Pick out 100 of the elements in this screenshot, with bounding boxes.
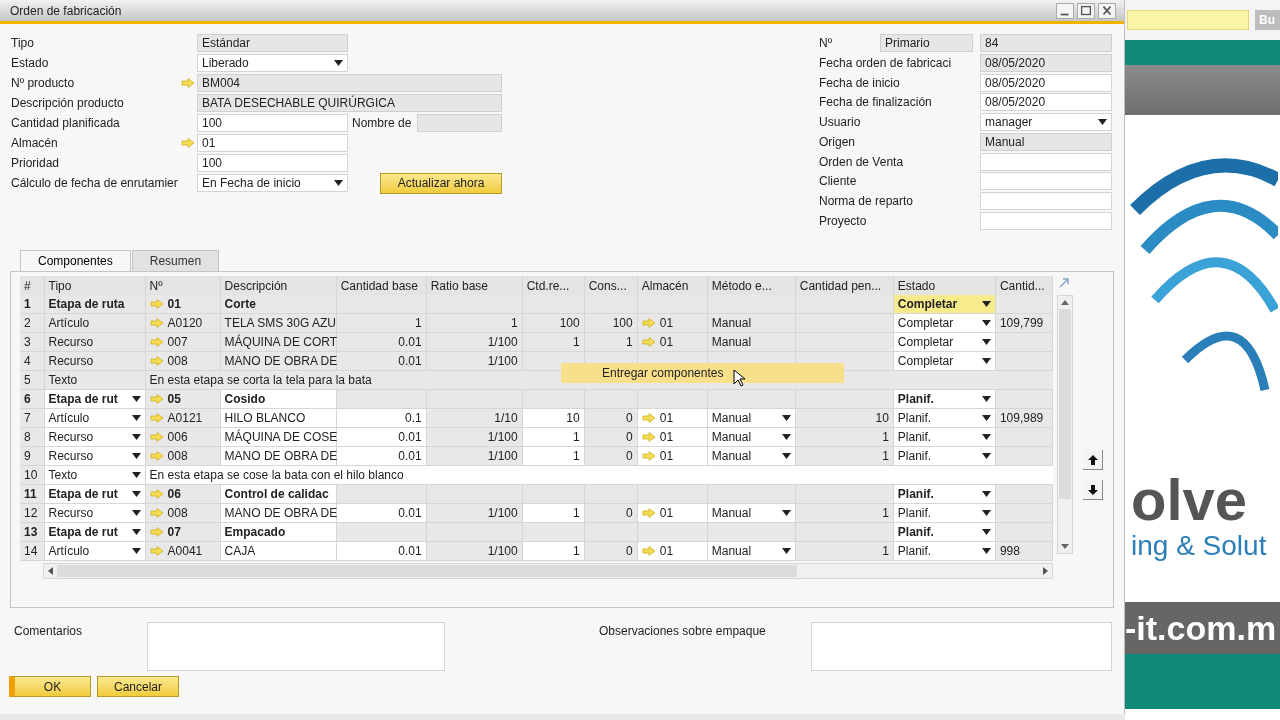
caret-icon[interactable] [981,339,991,345]
caret-icon[interactable] [1098,119,1107,126]
caret-icon[interactable] [131,529,141,535]
scroll-left-icon[interactable] [48,567,53,575]
dropdown-field[interactable]: Liberado [197,54,348,72]
column-header[interactable]: Cantid... [995,276,1053,295]
comments-field[interactable] [147,622,445,671]
column-header[interactable]: Almacén [637,276,708,295]
caret-icon[interactable] [981,320,991,326]
horizontal-scrollbar[interactable] [43,563,1053,579]
input-field[interactable] [417,114,502,132]
caret-icon[interactable] [781,453,791,459]
column-header[interactable]: Ctd.re... [522,276,585,295]
caret-icon[interactable] [981,529,991,535]
caret-icon[interactable] [131,548,141,554]
caret-icon[interactable] [131,396,141,402]
input-field[interactable]: 08/05/2020 [980,93,1112,112]
cell-text: 10 [875,410,889,427]
column-header[interactable]: Estado [893,276,996,295]
scroll-right-icon[interactable] [1043,567,1048,575]
input-field[interactable] [980,152,1112,171]
caret-icon[interactable] [781,548,791,554]
scroll-down-icon[interactable] [1061,544,1069,549]
cell-text: 1/10 [494,410,518,427]
caret-icon[interactable] [981,358,991,364]
cell-text: MANO DE OBRA DE [224,353,338,370]
caret-icon[interactable] [781,510,791,516]
input-field[interactable]: 100 [197,154,348,172]
input-field[interactable]: 01 [197,134,348,152]
maximize-icon[interactable] [1077,2,1095,19]
column-header[interactable]: Cantidad base [336,276,427,295]
ok-button[interactable]: OK [9,676,91,697]
tab[interactable]: Componentes [20,250,131,271]
caret-icon[interactable] [981,491,991,497]
cancel-button[interactable]: Cancelar [97,676,179,697]
cell-text: 0.01 [398,505,422,522]
input-field[interactable] [980,212,1112,231]
cell-text: Recurso [48,505,94,522]
caret-icon[interactable] [131,510,141,516]
cell-text: 13 [24,524,38,541]
cell-text: 0.01 [398,334,422,351]
packing-notes-field[interactable] [811,622,1112,671]
wallpaper-text: -it.com.m [1125,602,1280,654]
input-field[interactable]: 08/05/2020 [980,53,1112,72]
caret-icon[interactable] [981,453,991,459]
input-field[interactable]: 84 [980,33,1112,52]
update-button[interactable]: Actualizar ahora [380,172,502,194]
input-field[interactable]: Estándar [197,34,348,52]
column-header[interactable]: Método e... [707,276,796,295]
input-field[interactable]: Manual [980,132,1112,151]
caret-icon[interactable] [334,60,343,66]
column-header[interactable]: Cons... [584,276,638,295]
input-field[interactable]: BM004 [197,74,502,92]
cell-text: Planif. [897,448,932,465]
column-header[interactable]: Tipo [44,276,146,295]
series-field[interactable]: Primario [880,33,973,52]
search-field[interactable] [1127,10,1249,30]
caret-icon[interactable] [131,472,141,478]
caret-icon[interactable] [131,434,141,440]
cell-text: CAJA [224,543,256,560]
input-field[interactable]: 100 [197,114,348,132]
caret-icon[interactable] [131,415,141,421]
caret-icon[interactable] [781,415,791,421]
caret-icon[interactable] [781,434,791,440]
table-row[interactable]: 1 Etapa de ruta 01 Corte Completar [20,295,1053,314]
scroll-thumb[interactable] [1059,309,1071,499]
arrow-up-icon [1087,454,1098,465]
input-field[interactable]: 08/05/2020 [980,73,1112,92]
caret-icon[interactable] [981,415,991,421]
cell-text: 1 [573,334,580,351]
caret-icon[interactable] [981,510,991,516]
caret-icon[interactable] [981,548,991,554]
column-header[interactable]: Nº [145,276,221,295]
column-header[interactable]: Descripción [220,276,337,295]
close-icon[interactable] [1098,2,1116,19]
cell-text: Etapa de rut [48,391,118,408]
column-header[interactable]: # [20,276,44,295]
cell-text: Manual [711,410,752,427]
scroll-up-icon[interactable] [1061,300,1069,305]
cell-text: Manual [711,505,752,522]
cell-text: 01 [659,505,674,522]
column-header[interactable]: Ratio base [426,276,523,295]
input-field[interactable]: BATA DESECHABLE QUIRÚRGICA [197,94,502,112]
caret-icon[interactable] [981,434,991,440]
caret-icon[interactable] [981,396,991,402]
field-label: Orden de Venta [819,153,905,171]
caret-icon[interactable] [131,491,141,497]
scroll-thumb[interactable] [57,565,797,577]
caret-icon[interactable] [334,180,343,186]
minimize-icon[interactable] [1056,2,1074,19]
dropdown-field[interactable]: En Fecha de inicio [197,174,348,192]
cell-text: 1/100 [487,353,518,370]
caret-icon[interactable] [981,301,991,307]
vertical-scrollbar[interactable] [1057,295,1073,554]
column-header[interactable]: Cantidad pen... [795,276,894,295]
input-field[interactable] [980,172,1112,191]
dropdown-field[interactable]: manager [980,113,1112,132]
input-field[interactable] [980,192,1112,211]
tab[interactable]: Resumen [131,250,220,271]
caret-icon[interactable] [131,453,141,459]
